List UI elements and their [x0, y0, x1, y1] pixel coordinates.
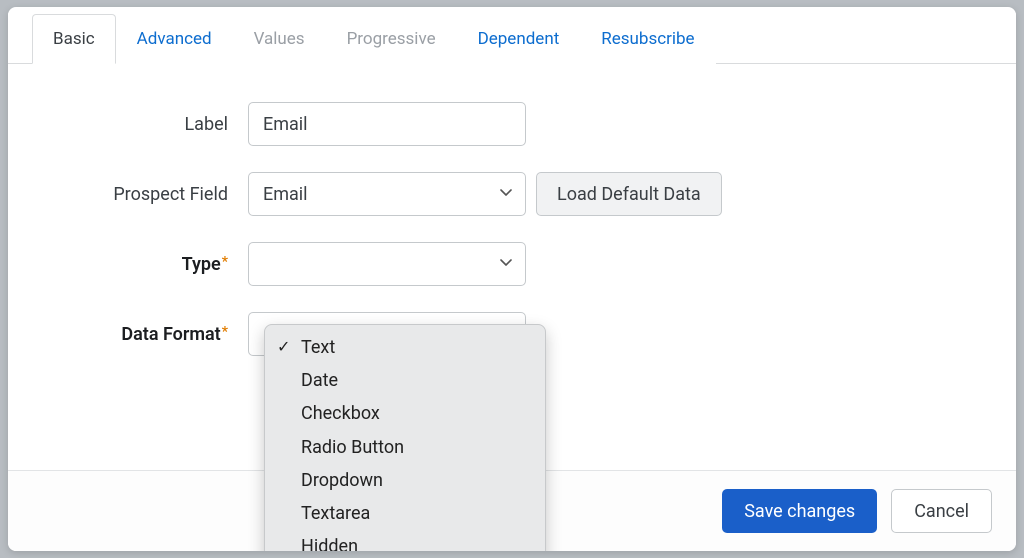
- row-prospect-field: Prospect Field Email Load Default Data: [48, 172, 976, 216]
- label-label: Label: [48, 114, 248, 135]
- load-default-button[interactable]: Load Default Data: [536, 172, 722, 216]
- tab-values[interactable]: Values: [233, 14, 326, 64]
- row-type: Type*: [48, 242, 976, 286]
- check-icon: ✓: [277, 336, 290, 358]
- cancel-button[interactable]: Cancel: [891, 489, 992, 533]
- dropdown-option-label: Radio Button: [301, 437, 404, 458]
- dropdown-option-label: Textarea: [301, 503, 370, 524]
- tab-progressive[interactable]: Progressive: [326, 14, 457, 64]
- dropdown-option-dropdown[interactable]: Dropdown: [265, 464, 545, 497]
- save-button[interactable]: Save changes: [722, 489, 877, 533]
- label-type: Type*: [48, 254, 248, 275]
- dropdown-option-label: Checkbox: [301, 403, 380, 424]
- tab-advanced[interactable]: Advanced: [116, 14, 233, 64]
- dropdown-option-text[interactable]: ✓ Text: [265, 331, 545, 364]
- required-star-icon: *: [222, 254, 228, 270]
- prospect-field-value: Email: [263, 184, 308, 205]
- required-star-icon: *: [222, 324, 228, 340]
- form-body: Label Prospect Field Email Load Default …: [8, 64, 1016, 470]
- prospect-field-select[interactable]: Email: [248, 172, 526, 216]
- dropdown-option-label: Dropdown: [301, 470, 383, 491]
- dropdown-option-label: Text: [301, 337, 335, 358]
- dropdown-option-textarea[interactable]: Textarea: [265, 497, 545, 530]
- tabs-bar: Basic Advanced Values Progressive Depend…: [8, 13, 1016, 64]
- tab-dependent[interactable]: Dependent: [457, 14, 581, 64]
- row-label: Label: [48, 102, 976, 146]
- tab-resubscribe[interactable]: Resubscribe: [580, 14, 715, 64]
- tab-basic[interactable]: Basic: [32, 14, 116, 64]
- form-field-modal: Basic Advanced Values Progressive Depend…: [8, 7, 1016, 551]
- dropdown-option-radio-button[interactable]: Radio Button: [265, 431, 545, 464]
- label-prospect-field: Prospect Field: [48, 184, 248, 205]
- dropdown-option-checkbox[interactable]: Checkbox: [265, 397, 545, 430]
- type-select[interactable]: [248, 242, 526, 286]
- dropdown-option-hidden[interactable]: Hidden: [265, 530, 545, 551]
- type-dropdown-menu: ✓ Text Date Checkbox Radio Button Dropdo…: [264, 324, 546, 551]
- label-data-format: Data Format*: [48, 324, 248, 345]
- dropdown-option-label: Hidden: [301, 536, 358, 551]
- label-input[interactable]: [248, 102, 526, 146]
- dropdown-option-label: Date: [301, 370, 338, 391]
- dropdown-option-date[interactable]: Date: [265, 364, 545, 397]
